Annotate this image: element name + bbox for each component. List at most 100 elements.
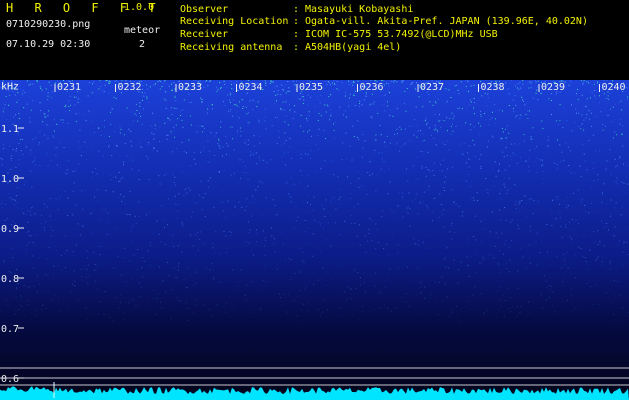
- noise-speck: [139, 146, 141, 148]
- noise-speck: [77, 298, 79, 300]
- noise-speck: [32, 206, 34, 208]
- noise-speck: [181, 142, 183, 144]
- noise-speck: [215, 231, 217, 233]
- noise-speck: [43, 112, 45, 114]
- noise-speck: [411, 82, 413, 84]
- noise-speck: [621, 109, 623, 111]
- noise-speck: [96, 189, 98, 191]
- noise-speck: [139, 296, 141, 298]
- noise-speck: [216, 86, 217, 88]
- noise-speck: [233, 172, 235, 174]
- noise-speck: [435, 300, 437, 302]
- noise-speck: [7, 304, 9, 306]
- noise-speck: [451, 309, 453, 311]
- noise-speck: [506, 193, 508, 195]
- noise-speck: [547, 136, 549, 138]
- noise-speck: [54, 295, 56, 297]
- noise-speck: [506, 125, 508, 127]
- noise-speck: [13, 116, 15, 118]
- noise-speck: [259, 159, 261, 161]
- noise-speck: [222, 191, 224, 193]
- noise-speck: [583, 129, 585, 131]
- noise-speck: [210, 132, 212, 134]
- noise-speck: [350, 183, 352, 185]
- noise-speck: [249, 151, 251, 153]
- noise-speck: [95, 280, 97, 282]
- noise-speck: [14, 313, 16, 315]
- noise-speck: [174, 97, 176, 98]
- noise-speck: [244, 209, 246, 211]
- noise-speck: [502, 151, 504, 153]
- noise-speck: [182, 225, 184, 227]
- noise-speck: [456, 84, 458, 86]
- noise-speck: [173, 267, 175, 269]
- noise-speck: [458, 88, 460, 89]
- noise-speck: [593, 80, 594, 82]
- noise-speck: [165, 291, 167, 293]
- noise-speck: [349, 145, 351, 147]
- noise-speck: [251, 249, 252, 251]
- noise-speck: [220, 126, 222, 128]
- noise-speck: [412, 125, 414, 127]
- noise-speck: [212, 270, 214, 272]
- noise-speck: [384, 141, 386, 143]
- noise-speck: [323, 300, 325, 302]
- noise-speck: [380, 80, 382, 81]
- noise-speck: [389, 114, 391, 116]
- noise-speck: [522, 278, 524, 279]
- noise-speck: [567, 205, 569, 206]
- noise-speck: [69, 95, 71, 97]
- noise-speck: [565, 226, 567, 228]
- noise-speck: [622, 125, 624, 127]
- noise-speck: [176, 217, 178, 219]
- noise-speck: [266, 162, 268, 164]
- noise-speck: [363, 282, 365, 284]
- noise-speck: [559, 144, 561, 146]
- noise-speck: [104, 136, 105, 138]
- noise-speck: [86, 318, 88, 320]
- noise-speck: [60, 195, 62, 197]
- noise-speck: [25, 181, 27, 183]
- noise-speck: [501, 232, 503, 234]
- noise-speck: [50, 97, 52, 99]
- noise-speck: [85, 120, 87, 122]
- noise-speck: [237, 132, 238, 134]
- noise-speck: [119, 125, 121, 127]
- noise-speck: [287, 136, 289, 138]
- noise-speck: [108, 135, 110, 137]
- noise-speck: [134, 215, 136, 217]
- noise-speck: [255, 152, 257, 154]
- noise-speck: [170, 133, 172, 135]
- noise-speck: [35, 314, 37, 316]
- noise-speck: [588, 140, 590, 142]
- noise-speck: [274, 205, 276, 207]
- noise-speck: [53, 265, 55, 267]
- noise-speck: [609, 263, 611, 265]
- noise-speck: [329, 119, 330, 121]
- noise-speck: [601, 302, 603, 304]
- noise-speck: [479, 105, 481, 107]
- noise-speck: [170, 131, 172, 133]
- noise-speck: [181, 222, 183, 223]
- noise-speck: [232, 126, 234, 128]
- noise-speck: [365, 96, 367, 97]
- noise-speck: [574, 122, 576, 124]
- noise-speck: [457, 108, 459, 109]
- noise-speck: [131, 230, 132, 232]
- noise-speck: [240, 269, 242, 271]
- noise-speck: [615, 166, 617, 168]
- noise-speck: [586, 81, 588, 83]
- noise-speck: [418, 244, 419, 246]
- noise-speck: [154, 128, 156, 130]
- noise-speck: [233, 83, 235, 85]
- noise-speck: [63, 231, 65, 233]
- noise-speck: [421, 165, 423, 167]
- noise-speck: [600, 111, 602, 113]
- noise-speck: [409, 140, 411, 141]
- noise-speck: [327, 271, 329, 273]
- noise-speck: [432, 169, 434, 171]
- noise-speck: [262, 279, 264, 281]
- noise-speck: [201, 99, 203, 100]
- noise-speck: [284, 84, 286, 86]
- noise-speck: [233, 213, 235, 215]
